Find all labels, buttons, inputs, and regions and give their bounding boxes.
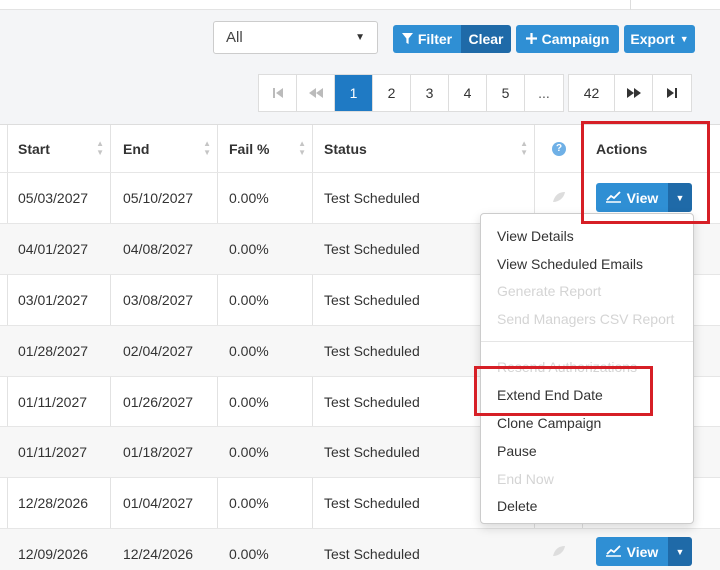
menu-item-delete[interactable]: Delete: [497, 498, 537, 514]
cell-status: Test Scheduled: [324, 495, 420, 511]
cell-fail: 0.00%: [229, 343, 269, 359]
help-icon[interactable]: ?: [552, 141, 566, 156]
cell-end: 04/08/2027: [123, 241, 194, 257]
cell-status: Test Scheduled: [324, 393, 420, 410]
page-2[interactable]: 2: [373, 75, 411, 111]
cell-fail: 0.00%: [229, 241, 269, 257]
menu-item-pause[interactable]: Pause: [497, 443, 537, 459]
cell-status: Test Scheduled: [324, 241, 420, 257]
cell-end: 03/08/2027: [123, 292, 194, 308]
cell-end: 12/24/2026: [123, 546, 194, 562]
cell-start: 12/28/2026: [18, 495, 89, 511]
cell-status: Test Scheduled: [324, 444, 420, 460]
export-button-label: Export: [630, 31, 675, 47]
header-start[interactable]: Start ▲ ▼: [18, 125, 110, 172]
cell-start: 01/11/2027: [18, 444, 88, 460]
status-select-value: All: [226, 29, 243, 46]
cell-status: Test Scheduled: [324, 546, 420, 562]
page-1[interactable]: 1: [335, 75, 373, 111]
leaf-icon: [552, 191, 566, 206]
export-button[interactable]: Export ▼: [624, 25, 695, 53]
cell-start: 04/01/2027: [18, 241, 89, 257]
cell-start: 12/09/2026: [18, 546, 89, 562]
menu-item-send-managers-csv-report: Send Managers CSV Report: [497, 311, 675, 327]
prev-page-icon[interactable]: [297, 75, 335, 111]
menu-item-clone-campaign[interactable]: Clone Campaign: [497, 415, 601, 431]
menu-item-view-details[interactable]: View Details: [497, 228, 574, 244]
pagination-end: 42: [568, 74, 692, 112]
cell-end: 01/04/2027: [123, 495, 194, 511]
header-start-label: Start: [18, 140, 50, 157]
menu-divider: [481, 341, 693, 342]
page-ellipsis: ...: [538, 85, 550, 101]
cell-start: 03/01/2027: [18, 292, 89, 308]
sort-icon: ▲ ▼: [203, 139, 211, 157]
next-page-icon[interactable]: [615, 75, 653, 111]
view-button-label: View: [626, 543, 659, 560]
sort-icon: ▲ ▼: [298, 139, 306, 157]
filter-button-label: Filter: [417, 31, 453, 47]
header-fail[interactable]: Fail % ▲ ▼: [229, 125, 312, 172]
leaf-icon: [552, 545, 566, 560]
highlight-extend-end-date-box: [474, 366, 653, 416]
header-end-label: End: [123, 140, 150, 157]
cell-status: Test Scheduled: [324, 343, 420, 359]
cell-end: 01/26/2027: [123, 393, 194, 410]
cell-fail: 0.00%: [229, 444, 269, 460]
menu-item-view-scheduled-emails[interactable]: View Scheduled Emails: [497, 256, 643, 272]
top-divider: [630, 0, 631, 10]
cell-status: Test Scheduled: [324, 190, 420, 206]
campaign-button-label: Campaign: [541, 31, 610, 47]
header-status-label: Status: [324, 140, 367, 157]
cell-end: 02/04/2027: [123, 343, 194, 359]
highlight-actions-box: [581, 121, 710, 224]
page-5[interactable]: 5: [487, 75, 525, 111]
cell-fail: 0.00%: [229, 190, 269, 206]
status-select[interactable]: All ▼: [213, 21, 378, 54]
filter-button[interactable]: Filter: [393, 25, 461, 53]
page-4[interactable]: 4: [449, 75, 487, 111]
caret-down-icon: ▼: [675, 546, 685, 557]
cell-start: 01/28/2027: [18, 343, 89, 359]
view-button-group: View ▼: [596, 537, 692, 566]
header-help[interactable]: ?: [552, 125, 572, 172]
menu-item-end-now: End Now: [497, 471, 554, 487]
page-last-number[interactable]: 42: [569, 75, 615, 111]
chart-icon: [605, 544, 621, 560]
view-dropdown-toggle[interactable]: ▼: [668, 537, 692, 566]
page-3[interactable]: 3: [411, 75, 449, 111]
cell-end: 05/10/2027: [123, 190, 194, 206]
menu-item-generate-report: Generate Report: [497, 283, 602, 299]
cell-start: 05/03/2027: [18, 190, 89, 206]
sort-icon: ▲ ▼: [96, 139, 104, 157]
pagination: 1 2 3 4 5 ...: [258, 74, 564, 112]
cell-end: 01/18/2027: [123, 444, 194, 460]
cell-fail: 0.00%: [229, 393, 269, 410]
last-page-icon[interactable]: [653, 75, 691, 111]
plus-icon: [525, 31, 537, 47]
add-campaign-button[interactable]: Campaign: [516, 25, 619, 53]
cell-status: Test Scheduled: [324, 292, 420, 308]
header-end[interactable]: End ▲ ▼: [123, 125, 217, 172]
view-button[interactable]: View: [596, 537, 668, 566]
cell-fail: 0.00%: [229, 495, 269, 511]
clear-button-label: Clear: [468, 31, 504, 47]
cell-start: 01/11/2027: [18, 393, 88, 410]
cell-fail: 0.00%: [229, 546, 269, 562]
first-page-icon[interactable]: [259, 75, 297, 111]
funnel-icon: [401, 31, 413, 47]
sort-icon: ▲ ▼: [520, 139, 528, 157]
header-fail-label: Fail %: [229, 140, 270, 157]
header-status[interactable]: Status ▲ ▼: [324, 125, 534, 172]
top-strip: [0, 0, 720, 10]
cell-fail: 0.00%: [229, 292, 269, 308]
caret-down-icon: ▼: [679, 34, 689, 44]
clear-button[interactable]: Clear: [461, 25, 511, 53]
chevron-down-icon: ▼: [355, 32, 365, 43]
